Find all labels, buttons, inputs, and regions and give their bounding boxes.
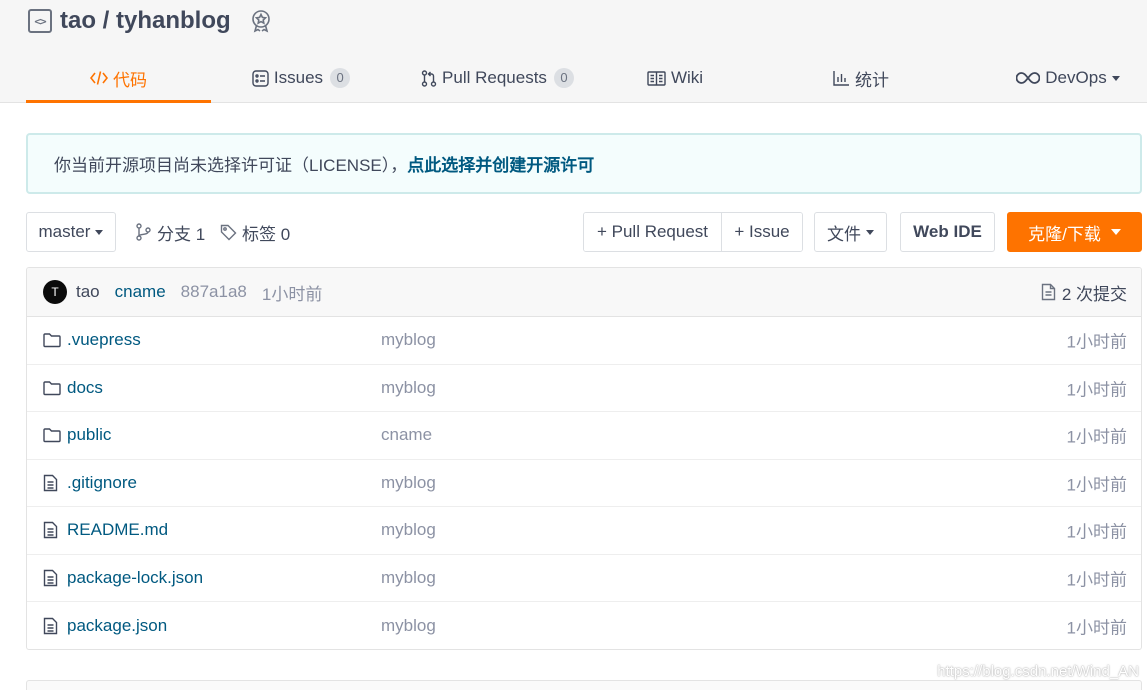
file-commit-time: 1小时前	[1066, 380, 1127, 400]
file-row[interactable]: docs myblog 1小时前	[27, 365, 1141, 412]
award-badge-icon[interactable]	[249, 9, 273, 33]
file-menu-button[interactable]: 文件	[814, 212, 887, 252]
tab-pull-requests-label: Pull Requests	[442, 68, 547, 87]
clone-download-label: 克隆/下载	[1028, 224, 1101, 244]
code-icon	[90, 70, 108, 86]
license-create-link[interactable]: 点此选择并创建开源许可	[407, 151, 594, 176]
file-commit-time: 1小时前	[1066, 427, 1127, 447]
tab-wiki-label: Wiki	[670, 68, 704, 87]
branches-count: 分支 1	[157, 224, 206, 244]
file-icon	[43, 569, 58, 587]
file-commit-message[interactable]: myblog	[381, 616, 436, 636]
file-name-link[interactable]: package-lock.json	[67, 568, 203, 588]
repo-title-bar: <> tao / tyhanblog	[28, 6, 273, 36]
avatar[interactable]: T	[43, 280, 67, 304]
file-name-link[interactable]: package.json	[67, 616, 167, 636]
commit-author[interactable]: tao	[76, 282, 100, 302]
file-icon	[43, 474, 58, 492]
tag-icon	[220, 224, 237, 241]
file-name-link[interactable]: .gitignore	[67, 473, 137, 493]
license-notice: 你当前开源项目尚未选择许可证（LICENSE）， 点此选择并创建开源许可	[26, 133, 1142, 194]
tab-devops[interactable]: DevOps	[976, 54, 1147, 102]
commits-icon	[1041, 283, 1056, 301]
file-name-link[interactable]: public	[67, 425, 111, 445]
file-commit-message[interactable]: cname	[381, 425, 432, 445]
folder-icon	[43, 380, 61, 395]
issues-count-badge: 0	[330, 68, 351, 88]
chevron-down-icon	[866, 229, 874, 235]
branch-icon	[135, 223, 152, 241]
file-name-link[interactable]: README.md	[67, 520, 168, 540]
tags-link[interactable]: 标签 0	[220, 212, 290, 252]
latest-commit-row: T tao cname 887a1a8 1小时前 2 次提交	[27, 268, 1141, 317]
file-row[interactable]: package-lock.json myblog 1小时前	[27, 555, 1141, 602]
new-issue-button[interactable]: + Issue	[721, 213, 802, 251]
issues-icon	[252, 69, 269, 87]
file-icon	[43, 617, 58, 635]
devops-icon	[1016, 71, 1041, 85]
commit-count: 2 次提交	[1061, 284, 1127, 304]
web-ide-button[interactable]: Web IDE	[900, 212, 995, 252]
tab-wiki[interactable]: Wiki	[604, 54, 746, 102]
commit-sha[interactable]: 887a1a8	[181, 282, 247, 302]
license-notice-text: 你当前开源项目尚未选择许可证（LICENSE），	[54, 156, 408, 175]
file-name-link[interactable]: .vuepress	[67, 330, 141, 350]
file-commit-message[interactable]: myblog	[381, 568, 436, 588]
tab-issues[interactable]: Issues 0	[211, 54, 391, 102]
pull-request-icon	[421, 69, 437, 87]
pull-requests-count-badge: 0	[553, 68, 574, 88]
file-commit-time: 1小时前	[1066, 522, 1127, 542]
file-commit-time: 1小时前	[1066, 570, 1127, 590]
branches-link[interactable]: 分支 1	[135, 212, 205, 252]
file-row[interactable]: .vuepress myblog 1小时前	[27, 317, 1141, 365]
folder-icon	[43, 333, 61, 348]
commit-time: 1小时前	[261, 284, 323, 304]
tab-code-label: 代码	[113, 70, 147, 90]
tags-count: 标签 0	[242, 224, 291, 244]
commit-count-link[interactable]: 2 次提交	[1041, 280, 1127, 305]
file-icon	[43, 521, 58, 539]
file-commit-message[interactable]: myblog	[381, 473, 436, 493]
chevron-down-icon	[95, 229, 104, 235]
clone-download-button[interactable]: 克隆/下载	[1007, 212, 1142, 252]
chevron-down-icon	[1110, 229, 1121, 235]
create-button-group: + Pull Request + Issue	[583, 212, 803, 252]
tab-issues-label: Issues	[273, 68, 324, 87]
wiki-icon	[647, 70, 666, 86]
readme-panel	[26, 680, 1142, 690]
commit-message[interactable]: cname	[115, 282, 166, 302]
folder-icon	[43, 428, 61, 443]
chevron-down-icon	[1111, 75, 1120, 81]
tab-devops-label: DevOps	[1045, 68, 1107, 87]
file-commit-time: 1小时前	[1066, 618, 1127, 638]
watermark: https://blog.csdn.net/Wind_AN	[937, 663, 1139, 680]
branch-select[interactable]: master	[26, 212, 116, 252]
file-row[interactable]: .gitignore myblog 1小时前	[27, 460, 1141, 507]
file-rows: .vuepress myblog 1小时前 docs myblog 1小时前 public c…	[27, 317, 1141, 649]
tab-statistics[interactable]: 统计	[746, 54, 976, 102]
file-row[interactable]: package.json myblog 1小时前	[27, 602, 1141, 649]
repo-header: <> tao / tyhanblog 代码 Issues 0 Pull Requ…	[0, 0, 1147, 103]
chart-icon	[833, 70, 850, 86]
file-commit-time: 1小时前	[1066, 475, 1127, 495]
repo-tabs: 代码 Issues 0 Pull Requests 0 Wiki 统计 DevO…	[26, 54, 1147, 103]
file-commit-message[interactable]: myblog	[381, 378, 436, 398]
file-name-link[interactable]: docs	[67, 378, 103, 398]
tab-statistics-label: 统计	[855, 70, 889, 90]
file-commit-message[interactable]: myblog	[381, 330, 436, 350]
repo-name[interactable]: tao / tyhanblog	[60, 7, 231, 35]
branch-select-label: master	[38, 222, 91, 241]
file-commit-time: 1小时前	[1066, 332, 1127, 352]
file-row[interactable]: README.md myblog 1小时前	[27, 507, 1141, 555]
new-pull-request-button[interactable]: + Pull Request	[584, 213, 721, 251]
file-list: T tao cname 887a1a8 1小时前 2 次提交 .vuepress…	[26, 267, 1142, 650]
tab-code[interactable]: 代码	[26, 54, 211, 103]
tab-pull-requests[interactable]: Pull Requests 0	[391, 54, 604, 102]
file-row[interactable]: public cname 1小时前	[27, 412, 1141, 460]
repo-code-icon: <>	[28, 9, 52, 33]
file-commit-message[interactable]: myblog	[381, 520, 436, 540]
file-menu-label: 文件	[827, 224, 861, 244]
